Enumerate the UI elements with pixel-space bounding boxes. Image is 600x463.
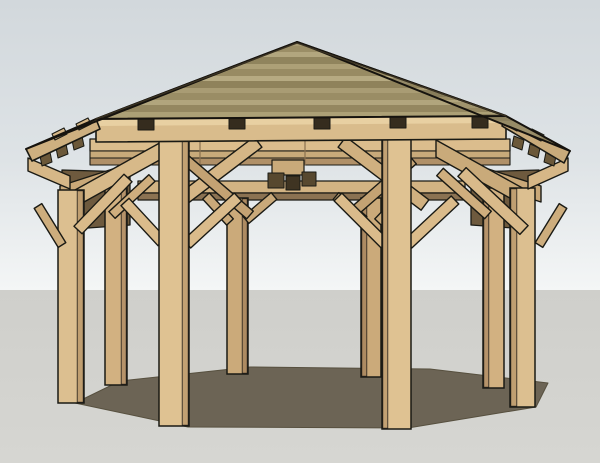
fascia-mortise-1: [137, 118, 155, 131]
model-viewport: [0, 0, 600, 463]
fascia-mortise-4: [389, 116, 407, 129]
post-front-right-shade-face: [382, 132, 389, 429]
fascia-mortise-2: [228, 117, 246, 130]
center-hub-shadow-1: [267, 172, 285, 189]
fascia-mortise-5: [471, 116, 489, 129]
fascia-mortise-3: [313, 117, 331, 130]
post-front-left-shade-face: [181, 132, 189, 426]
center-hub-shadow-2: [285, 175, 301, 191]
center-hub-shadow-3: [301, 171, 317, 187]
gazebo-3d-view[interactable]: [0, 0, 600, 463]
post-mid-left-shade-face: [120, 188, 127, 385]
post-back-left-shade-face: [241, 198, 248, 374]
